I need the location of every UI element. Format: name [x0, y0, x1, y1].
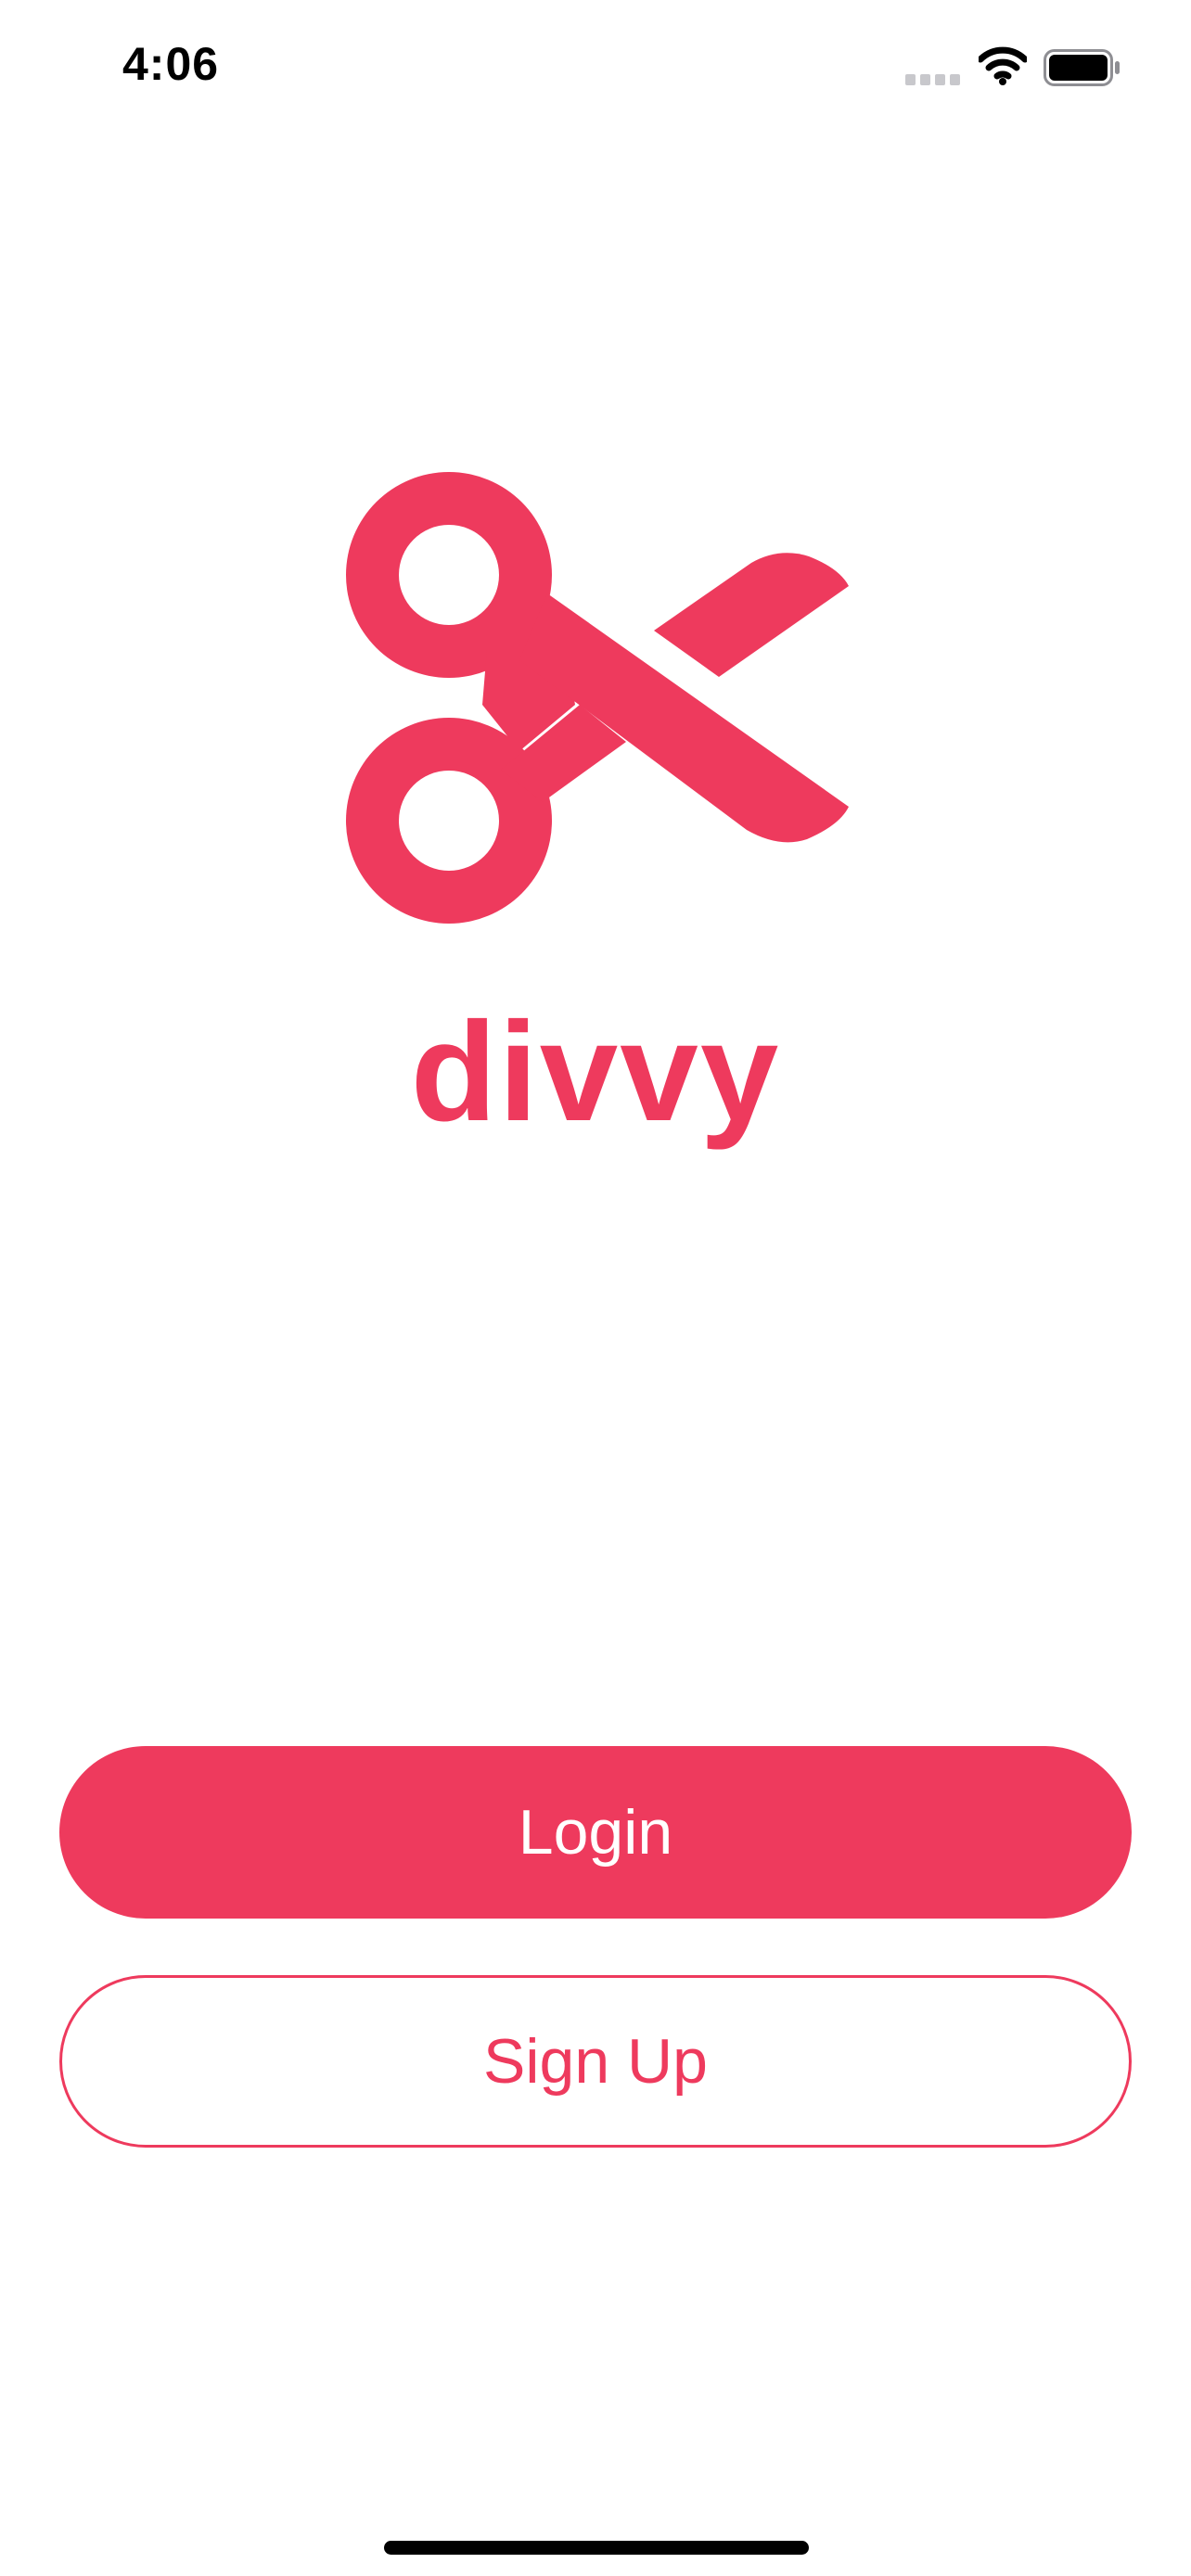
login-button[interactable]: Login: [59, 1746, 1132, 1919]
status-time: 4:06: [122, 38, 220, 90]
status-bar: 4:06: [0, 0, 1191, 139]
battery-icon: [1044, 49, 1120, 86]
sign-up-button[interactable]: Sign Up: [59, 1975, 1132, 2148]
home-indicator[interactable]: [384, 2541, 809, 2555]
app-name: divvy: [410, 993, 781, 1151]
scissors-icon: [346, 472, 849, 924]
cellular-signal-icon: [905, 74, 960, 85]
sign-up-button-label: Sign Up: [483, 2026, 708, 2097]
login-button-label: Login: [518, 1797, 673, 1868]
wifi-icon: [979, 46, 1027, 85]
